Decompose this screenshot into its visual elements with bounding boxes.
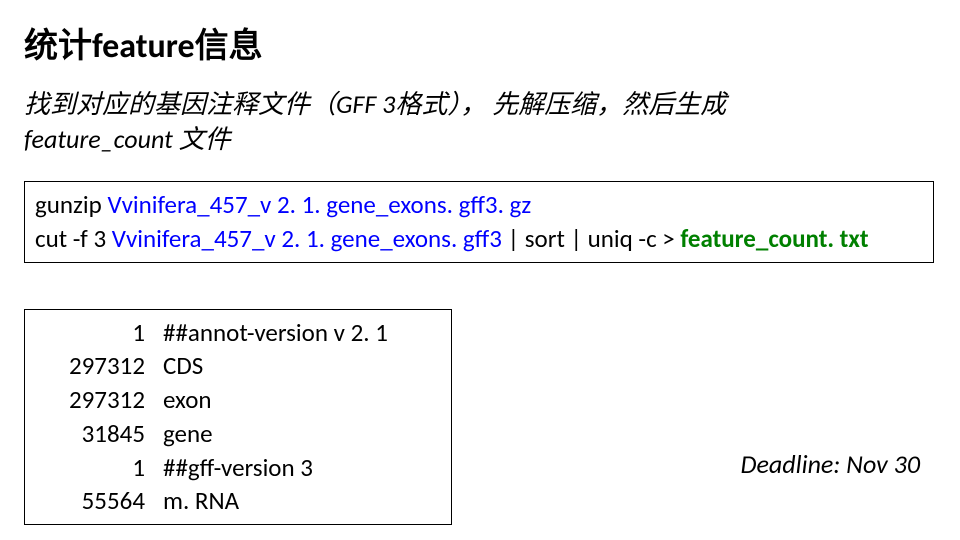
slide-subtitle: 找到对应的基因注释文件（GFF 3格式）， 先解压缩，然后生成 feature_… (24, 87, 936, 157)
output-row: 1 ##gff-version 3 (35, 451, 441, 485)
output-label: exon (163, 383, 441, 417)
output-row: 31845 gene (35, 417, 441, 451)
cmd2-filename: Vvinifera_457_v 2. 1. gene_exons. gff3 (112, 223, 508, 254)
output-label: gene (163, 417, 441, 451)
command-line-2: cut -f 3 Vvinifera_457_v 2. 1. gene_exon… (35, 222, 923, 256)
output-box: 1 ##annot-version v 2. 1 297312 CDS 2973… (24, 309, 452, 526)
output-count: 297312 (35, 349, 163, 383)
output-count: 31845 (35, 417, 163, 451)
cmd1-prefix: gunzip (35, 189, 107, 220)
slide-title: 统计feature信息 (24, 18, 936, 67)
output-label: CDS (163, 349, 441, 383)
output-row: 1 ##annot-version v 2. 1 (35, 316, 441, 350)
output-label: ##annot-version v 2. 1 (163, 316, 441, 350)
command-line-1: gunzip Vvinifera_457_v 2. 1. gene_exons.… (35, 188, 923, 222)
command-box: gunzip Vvinifera_457_v 2. 1. gene_exons.… (24, 181, 934, 263)
output-label: m. RNA (163, 484, 441, 518)
deadline-text: Deadline: Nov 30 (740, 448, 920, 480)
cmd2-prefix: cut -f 3 (35, 223, 112, 254)
cmd1-filename: Vvinifera_457_v 2. 1. gene_exons. gff3. … (107, 189, 531, 220)
output-row: 297312 CDS (35, 349, 441, 383)
cmd2-output: feature_count. txt (680, 223, 868, 254)
subtitle-line-2: feature_count 文件 (24, 123, 231, 155)
slide: 统计feature信息 找到对应的基因注释文件（GFF 3格式）， 先解压缩，然… (0, 0, 960, 540)
output-count: 1 (35, 316, 163, 350)
subtitle-line-1: 找到对应的基因注释文件（GFF 3格式）， 先解压缩，然后生成 (24, 88, 726, 120)
output-row: 297312 exon (35, 383, 441, 417)
output-label: ##gff-version 3 (163, 451, 441, 485)
output-count: 55564 (35, 484, 163, 518)
output-count: 1 (35, 451, 163, 485)
output-count: 297312 (35, 383, 163, 417)
cmd2-mid: | sort | uniq -c > (508, 223, 681, 254)
output-row: 55564 m. RNA (35, 484, 441, 518)
